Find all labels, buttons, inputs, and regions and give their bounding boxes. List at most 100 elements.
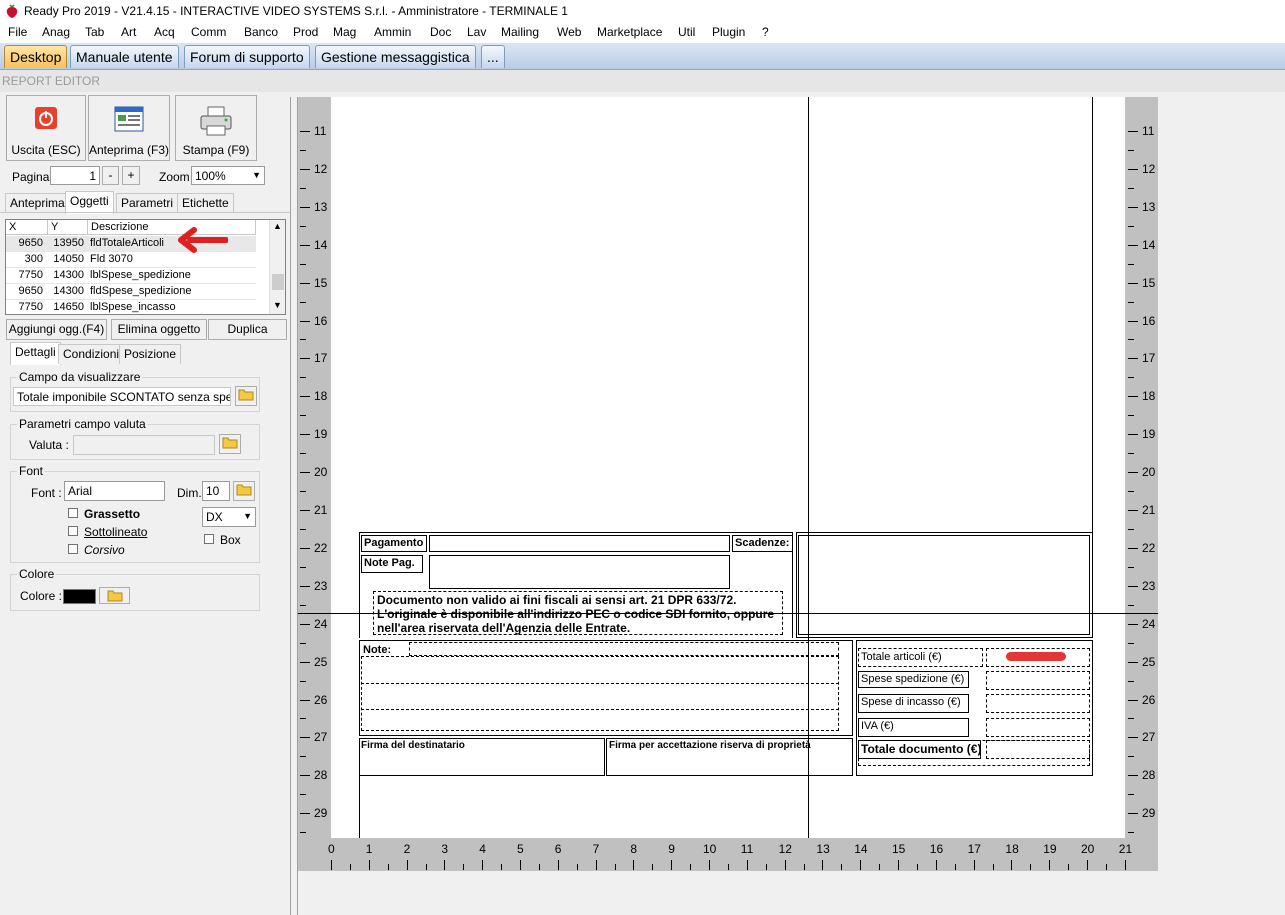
- note-body-field[interactable]: [361, 656, 839, 731]
- font-browse-button[interactable]: [233, 481, 255, 501]
- menu-lav[interactable]: Lav: [467, 25, 486, 39]
- ruler-left-label: 16: [314, 313, 328, 328]
- tab-anteprima[interactable]: Anteprima: [5, 193, 70, 213]
- chevron-down-icon: ▼: [243, 511, 252, 521]
- bold-checkbox[interactable]: [68, 508, 78, 518]
- ruler-tick: [1128, 415, 1134, 417]
- table-row[interactable]: 9650 14300 fldSpese_spedizione: [6, 284, 256, 300]
- colore-browse-button[interactable]: [99, 587, 130, 604]
- tab-manuale-utente[interactable]: Manuale utente: [70, 45, 179, 68]
- preview-button[interactable]: Anteprima (F3): [88, 95, 170, 161]
- align-select[interactable]: DX ▼: [202, 507, 256, 527]
- menu-acq[interactable]: Acq: [154, 25, 175, 39]
- duplicate-button[interactable]: Duplica: [208, 319, 287, 340]
- exit-button[interactable]: Uscita (ESC): [6, 95, 86, 161]
- totale-articoli-label-box[interactable]: Totale articoli (€): [858, 648, 983, 667]
- disclaimer-box[interactable]: Documento non valido ai fini fiscali ai …: [373, 591, 783, 635]
- menu-web[interactable]: Web: [557, 25, 581, 39]
- menu-art[interactable]: Art: [121, 25, 136, 39]
- tab-etichette[interactable]: Etichette: [177, 193, 234, 213]
- menu-marketplace[interactable]: Marketplace: [597, 25, 662, 39]
- tab-desktop[interactable]: Desktop: [4, 45, 68, 68]
- campo-field[interactable]: Totale imponibile SCONTATO senza spese: [13, 387, 231, 406]
- cell-x: 9650: [18, 237, 43, 249]
- spese-spedizione-field[interactable]: [986, 671, 1090, 690]
- zoom-select[interactable]: 100% ▼: [191, 166, 265, 185]
- spese-spedizione-label-box[interactable]: Spese spedizione (€): [858, 671, 969, 688]
- spese-incasso-label-box[interactable]: Spese di incasso (€): [858, 694, 969, 713]
- menu-mailing[interactable]: Mailing: [501, 25, 539, 39]
- tab-forum-supporto[interactable]: Forum di supporto: [184, 45, 310, 68]
- menu-ammin[interactable]: Ammin: [374, 25, 411, 39]
- pagamento-field[interactable]: [429, 535, 730, 552]
- scroll-down-icon[interactable]: ▼: [273, 300, 282, 310]
- note-header-field[interactable]: [409, 642, 839, 656]
- table-row[interactable]: 300 14050 Fld 3070: [6, 252, 256, 268]
- menu-util[interactable]: Util: [678, 25, 695, 39]
- column-header-descrizione[interactable]: Descrizione: [88, 220, 256, 235]
- column-header-y[interactable]: Y: [48, 220, 88, 235]
- menu-doc[interactable]: Doc: [430, 25, 451, 39]
- menu-anag[interactable]: Anag: [42, 25, 70, 39]
- menu-tab[interactable]: Tab: [85, 25, 104, 39]
- totale-documento-field[interactable]: [986, 740, 1090, 759]
- iva-label-box[interactable]: IVA (€): [858, 718, 969, 737]
- color-swatch[interactable]: [63, 589, 96, 604]
- objects-grid[interactable]: X Y Descrizione 9650 13950 fldTotaleArti…: [5, 219, 286, 315]
- ruler-left-label: 28: [314, 768, 328, 783]
- scadenze-field[interactable]: [798, 535, 1090, 635]
- delete-object-button[interactable]: Elimina oggetto: [111, 319, 207, 340]
- tab-condizioni[interactable]: Condizioni: [58, 344, 125, 364]
- menu-comm[interactable]: Comm: [191, 25, 226, 39]
- italic-checkbox[interactable]: [68, 544, 78, 554]
- tab-dettagli[interactable]: Dettagli: [10, 342, 61, 365]
- iva-field[interactable]: [986, 718, 1090, 737]
- menu-banco[interactable]: Banco: [244, 25, 278, 39]
- grid-scrollbar[interactable]: ▲ ▼: [269, 220, 285, 314]
- font-field[interactable]: Arial: [64, 481, 165, 501]
- scadenze-label-box[interactable]: Scadenze:: [732, 535, 793, 552]
- tab-parametri[interactable]: Parametri: [116, 193, 179, 213]
- column-header-x[interactable]: X: [6, 220, 48, 235]
- campo-caption: Campo da visualizzare: [17, 370, 143, 384]
- tab-oggetti[interactable]: Oggetti: [65, 191, 114, 214]
- table-row[interactable]: 7750 14650 lblSpese_incasso: [6, 300, 256, 314]
- menu-help[interactable]: ?: [762, 25, 769, 39]
- page-minus-button[interactable]: -: [102, 166, 119, 185]
- campo-browse-button[interactable]: [235, 386, 257, 406]
- firma-accettazione-box[interactable]: Firma per accettazione riserva di propri…: [606, 738, 853, 776]
- tab-more[interactable]: ...: [481, 45, 505, 68]
- menu-prod[interactable]: Prod: [293, 25, 318, 39]
- add-object-button[interactable]: Aggiungi ogg.(F4): [6, 319, 107, 340]
- note-label-box[interactable]: Note:: [363, 642, 391, 656]
- table-row[interactable]: 7750 14300 lblSpese_spedizione: [6, 268, 256, 284]
- pagamento-label-box[interactable]: Pagamento: [361, 535, 427, 552]
- scroll-thumb[interactable]: [272, 274, 284, 290]
- spese-incasso-field[interactable]: [986, 694, 1090, 713]
- note-pag-field[interactable]: [429, 555, 730, 589]
- menu-file[interactable]: File: [8, 25, 27, 39]
- note-pag-label-box[interactable]: Note Pag.: [361, 555, 423, 573]
- firma-destinatario-box[interactable]: Firma del destinatario: [359, 738, 605, 776]
- scroll-up-icon[interactable]: ▲: [273, 221, 282, 231]
- box-checkbox[interactable]: [204, 534, 214, 544]
- menu-mag[interactable]: Mag: [333, 25, 356, 39]
- print-button[interactable]: Stampa (F9): [175, 95, 257, 161]
- page-plus-button[interactable]: +: [122, 166, 140, 185]
- page-input[interactable]: 1: [50, 166, 100, 185]
- ruler-tick: [1105, 864, 1107, 870]
- menu-plugin[interactable]: Plugin: [712, 25, 745, 39]
- ruler-tick: [879, 864, 881, 870]
- folder-icon: [238, 389, 254, 401]
- cell-y: 14300: [53, 285, 84, 297]
- underline-checkbox[interactable]: [68, 526, 78, 536]
- totale-documento-label-box[interactable]: Totale documento (€): [858, 740, 981, 759]
- ruler-tick: [1011, 860, 1013, 870]
- valuta-browse-button[interactable]: [219, 434, 241, 454]
- dim-field[interactable]: 10: [202, 481, 230, 501]
- panel-splitter[interactable]: [290, 97, 298, 915]
- tab-gestione-messaggistica[interactable]: Gestione messaggistica: [315, 45, 476, 68]
- tab-posizione[interactable]: Posizione: [119, 344, 182, 364]
- ruler-right-label: 12: [1142, 161, 1156, 176]
- ruler-tick: [633, 860, 635, 870]
